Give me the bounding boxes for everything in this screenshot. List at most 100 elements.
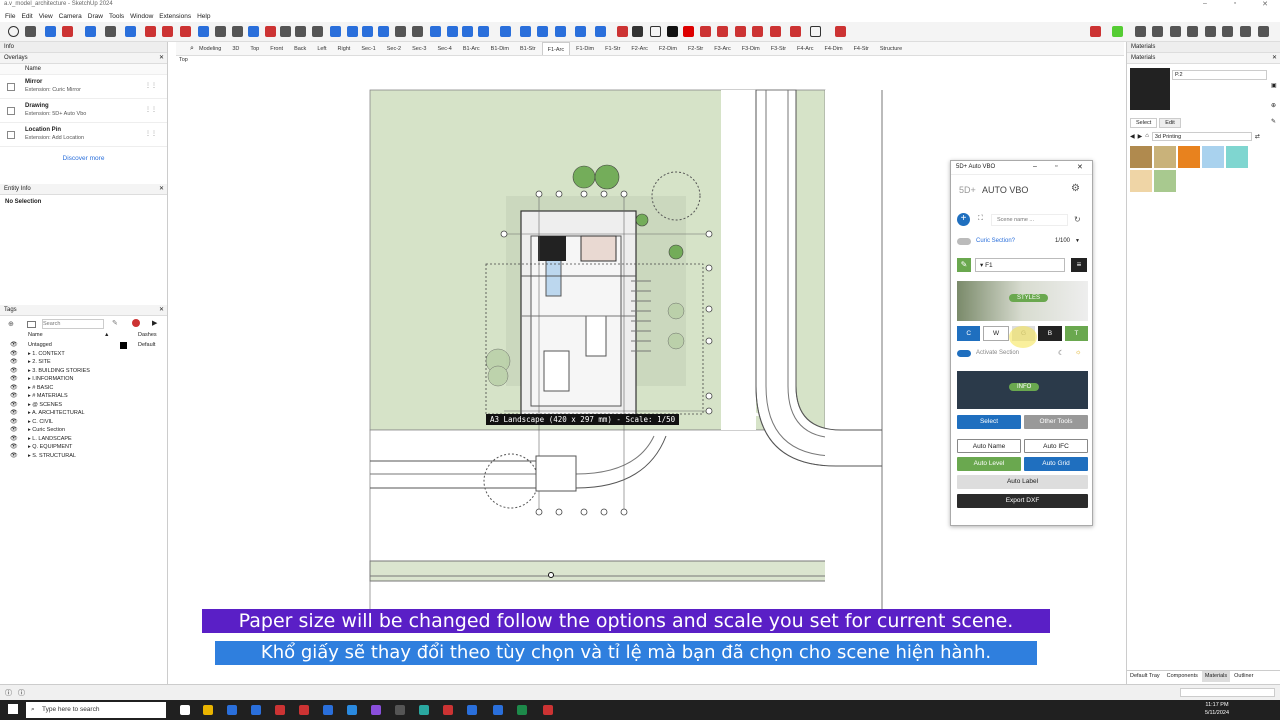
overlay-checkbox[interactable] [7, 131, 15, 139]
extension-tool-icon[interactable] [735, 26, 746, 37]
close-icon[interactable]: ✕ [159, 53, 164, 64]
tag-row[interactable]: 👁 ▸ Curic Section [0, 426, 167, 435]
offset-icon[interactable] [198, 26, 209, 37]
eraser-icon[interactable]: ✎ [112, 319, 118, 327]
scene-tab-f1-str[interactable]: F1-Str [600, 42, 625, 55]
extension-icon[interactable] [1222, 26, 1233, 37]
eyedropper-icon[interactable]: ✎ [1271, 118, 1276, 125]
task-view-icon[interactable] [180, 705, 190, 715]
cu-icon[interactable] [810, 26, 821, 37]
scene-tab-f2-str[interactable]: F2-Str [683, 42, 708, 55]
app-icon[interactable] [299, 705, 309, 715]
shaded-icon[interactable] [478, 26, 489, 37]
tag-row[interactable]: 👁 ▸ C. CIVIL [0, 418, 167, 427]
visibility-eye-icon[interactable]: 👁 [10, 350, 18, 359]
material-swatch[interactable] [1202, 146, 1224, 168]
scene-tab-f2-dim[interactable]: F2-Dim [654, 42, 682, 55]
visibility-eye-icon[interactable]: 👁 [10, 452, 18, 461]
visibility-eye-icon[interactable]: 👁 [10, 341, 18, 350]
extension-icon[interactable] [1187, 26, 1198, 37]
details-arrow-icon[interactable]: ▶ [152, 319, 157, 327]
black-box-icon[interactable] [667, 26, 678, 37]
black-tool-icon[interactable] [632, 26, 643, 37]
vscode-icon[interactable] [347, 705, 357, 715]
activate-section-toggle[interactable] [957, 350, 971, 357]
scene-tab-b1-dim[interactable]: B1-Dim [486, 42, 514, 55]
top-view-icon[interactable] [347, 26, 358, 37]
app-icon[interactable] [371, 705, 381, 715]
app-icon[interactable] [467, 705, 477, 715]
visibility-eye-icon[interactable]: 👁 [10, 435, 18, 444]
overlay-row[interactable]: Mirror Extension: Curic Mirror ⋮⋮ [0, 75, 167, 99]
extension-tool-icon[interactable] [835, 26, 846, 37]
menu-view[interactable]: View [39, 11, 53, 22]
refresh-icon[interactable]: ↻ [1074, 215, 1081, 224]
overlay-row[interactable]: Drawing Extension: 5D+ Auto Vbo ⋮⋮ [0, 99, 167, 123]
menu-file[interactable]: File [5, 11, 15, 22]
menu-window[interactable]: Window [130, 11, 153, 22]
tag-row[interactable]: 👁 ▸ S. STRUCTURAL [0, 452, 167, 461]
help-icon[interactable]: ⓘ [18, 688, 25, 698]
app-icon[interactable] [543, 705, 553, 715]
close-icon[interactable]: ✕ [159, 184, 164, 195]
discover-more-link[interactable]: Discover more [0, 147, 167, 171]
visibility-eye-icon[interactable]: 👁 [10, 401, 18, 410]
add-tag-icon[interactable]: ⊕ [8, 320, 14, 328]
app-icon[interactable] [251, 705, 261, 715]
tab-select[interactable]: Select [1130, 118, 1158, 128]
scene-tab-sec-1[interactable]: Sec-1 [356, 42, 380, 55]
scene-tab-modeling[interactable]: Modeling [194, 42, 226, 55]
scene-tab-back[interactable]: Back [289, 42, 311, 55]
tag-row[interactable]: 👁 ▸ 1. CONTEXT [0, 350, 167, 359]
material-swatch[interactable] [1130, 146, 1152, 168]
file-explorer-icon[interactable] [203, 705, 213, 715]
drag-handle-icon[interactable]: ⋮⋮ [145, 106, 157, 113]
curic-section-toggle[interactable] [957, 238, 971, 245]
sun-icon[interactable]: ☼ [1075, 349, 1081, 356]
overlay-checkbox[interactable] [7, 107, 15, 115]
auto-label-button[interactable]: Auto Label [957, 475, 1088, 489]
menu-extensions[interactable]: Extensions [159, 11, 191, 22]
scene-tab-3d[interactable]: 3D [227, 42, 244, 55]
tag-color-swatch[interactable] [120, 342, 127, 349]
tag-row[interactable]: 👁 ▸ 3. BUILDING STORIES [0, 367, 167, 376]
minimize-icon[interactable]: – [1190, 0, 1220, 11]
materials-panel-header[interactable]: Materials [1127, 42, 1280, 53]
extension-tool-icon[interactable] [752, 26, 763, 37]
forward-icon[interactable]: ▶ [1138, 133, 1143, 140]
scene-tab-left[interactable]: Left [312, 42, 331, 55]
list-icon[interactable]: ≡ [1071, 258, 1087, 272]
scene-tab-f3-dim[interactable]: F3-Dim [737, 42, 765, 55]
scene-tab-f4-arc[interactable]: F4-Arc [792, 42, 819, 55]
tag-row[interactable]: 👁 ▸ A. ARCHITECTURAL [0, 409, 167, 418]
sort-icon[interactable]: ▲ [104, 332, 109, 338]
arc-icon[interactable] [85, 26, 96, 37]
details-icon[interactable]: ⇄ [1255, 133, 1260, 140]
sketchup-icon[interactable] [323, 705, 333, 715]
fullscreen-icon[interactable]: ⛶ [978, 215, 983, 223]
library-dropdown[interactable]: 3d Printing [1151, 131, 1252, 141]
left-view-icon[interactable] [412, 26, 423, 37]
scene-tab-top[interactable]: Top [245, 42, 264, 55]
material-swatch[interactable] [1130, 170, 1152, 192]
scene-tab-f4-str[interactable]: F4-Str [849, 42, 874, 55]
tag-row[interactable]: 👁 ▸ L. LANDSCAPE [0, 435, 167, 444]
material-name-field[interactable]: P.2 [1172, 70, 1267, 80]
component-icon[interactable] [575, 26, 586, 37]
overlay-checkbox[interactable] [7, 83, 15, 91]
folder-icon[interactable] [27, 321, 36, 328]
iso-view-icon[interactable] [330, 26, 341, 37]
maximize-icon[interactable]: ▫ [1055, 163, 1057, 170]
visibility-eye-icon[interactable]: 👁 [10, 375, 18, 384]
tags-header[interactable]: Tags ✕ [0, 305, 167, 316]
measurements-box[interactable] [1180, 688, 1275, 697]
info-icon[interactable]: ⓘ [5, 688, 12, 698]
push-pull-icon[interactable] [125, 26, 136, 37]
style-b-button[interactable]: B [1038, 326, 1062, 341]
app-icon[interactable] [493, 705, 503, 715]
visibility-eye-icon[interactable]: 👁 [10, 409, 18, 418]
paint-icon[interactable] [248, 26, 259, 37]
extension-icon[interactable] [1205, 26, 1216, 37]
auto-level-button[interactable]: Auto Level [957, 457, 1021, 471]
section-fill-icon[interactable] [537, 26, 548, 37]
